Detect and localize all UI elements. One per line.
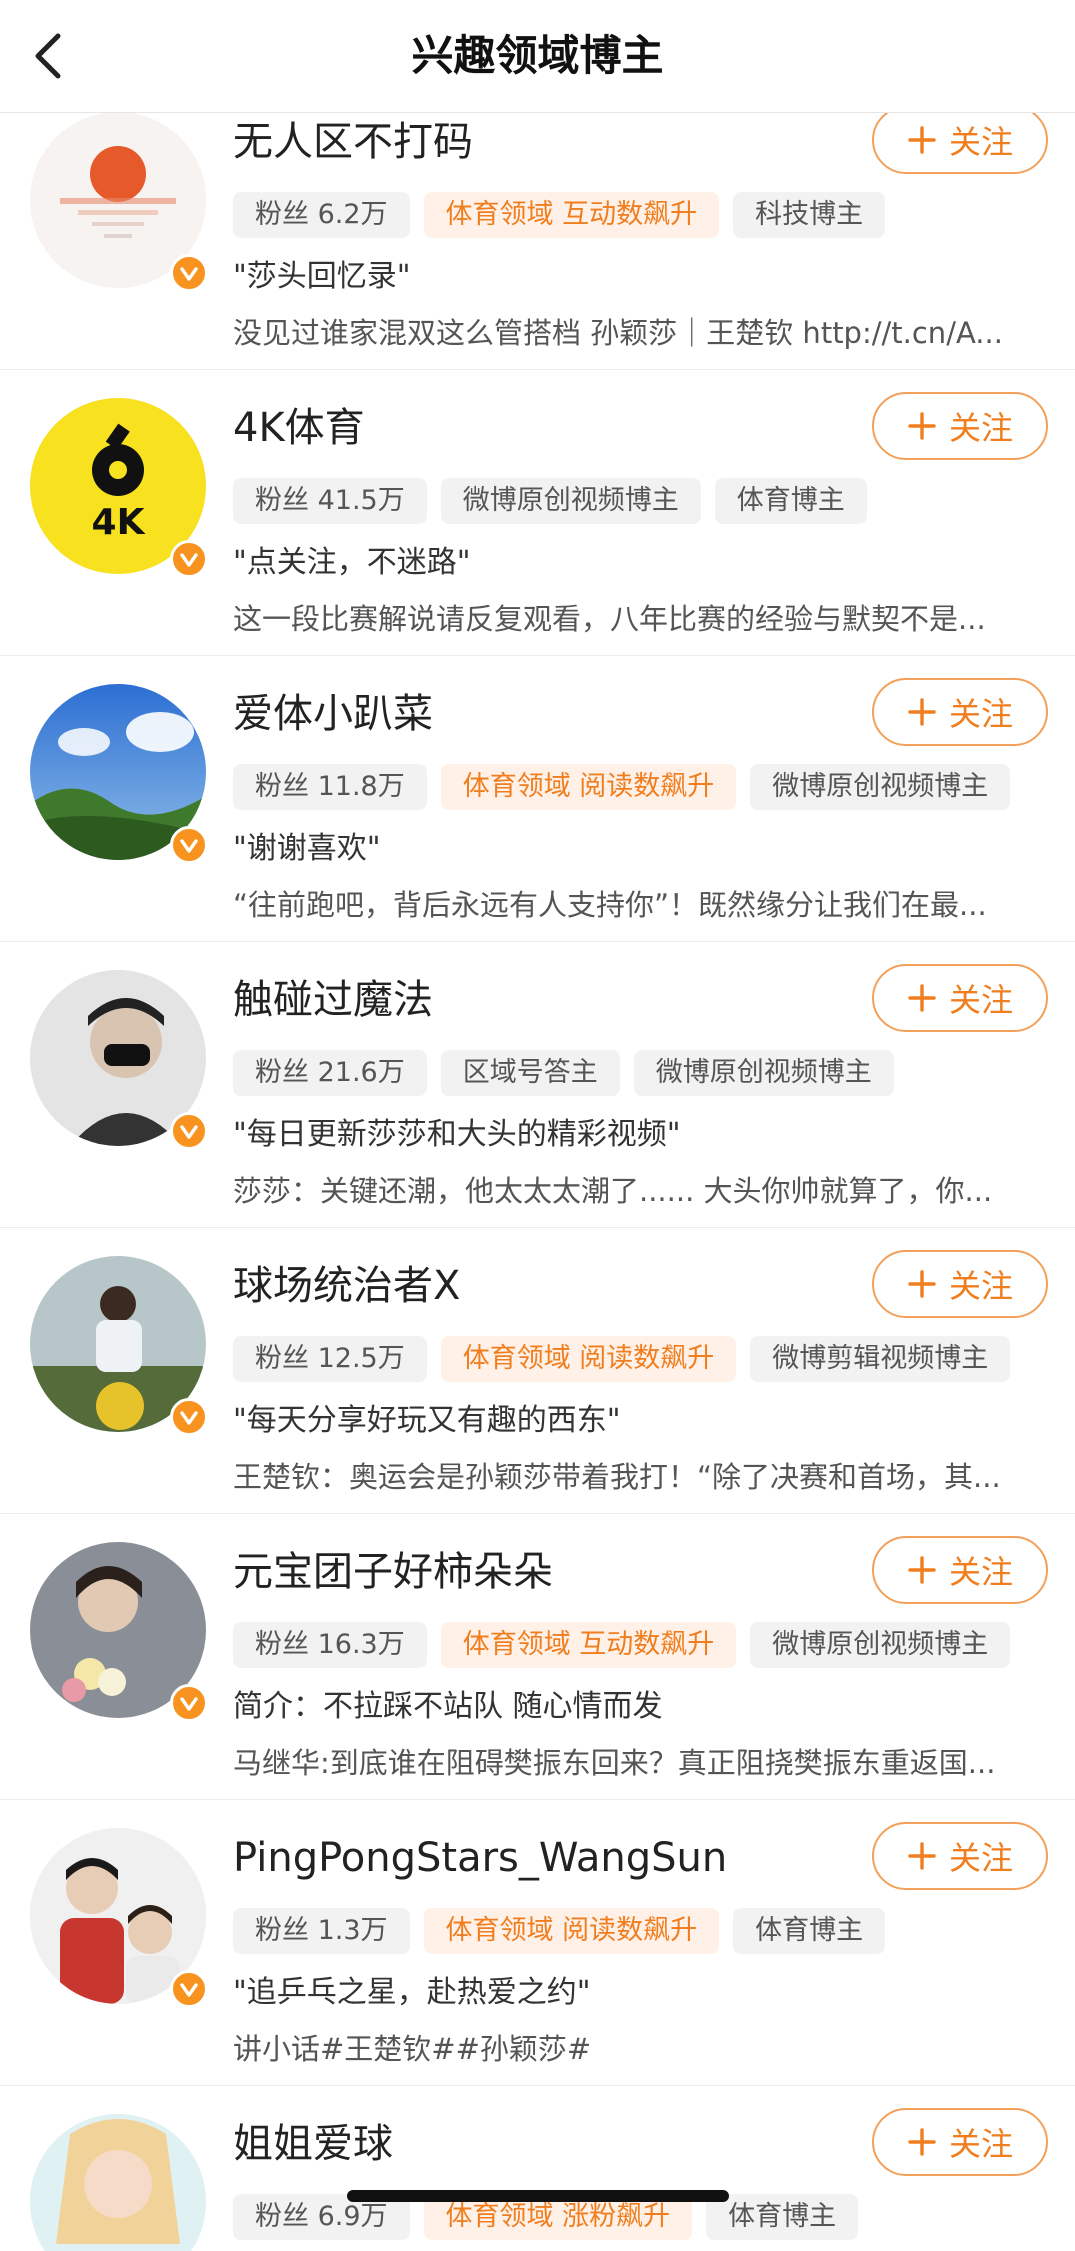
verified-icon	[170, 1684, 208, 1722]
blogger-row[interactable]: 无人区不打码 关注 粉丝 6.2万 体育领域 互动数飙升 科技博主 "莎头回忆录" …	[0, 112, 1075, 370]
blogger-row[interactable]: PingPongStars_WangSun 关注 粉丝 1.3万 体育领域 阅读数…	[0, 1800, 1075, 2086]
follow-label: 关注	[948, 123, 1013, 161]
user-tag: 区域号答主	[440, 1050, 620, 1096]
blogger-name[interactable]: 无人区不打码	[233, 116, 473, 168]
blogger-row[interactable]: 元宝团子好柿朵朵 关注 粉丝 16.3万 体育领域 互动数飙升 微博原创视频博主 简…	[0, 1514, 1075, 1800]
blogger-name[interactable]: 元宝团子好柿朵朵	[233, 1546, 553, 1598]
blogger-name[interactable]: 球场统治者X	[233, 1260, 460, 1312]
follow-button[interactable]: 关注	[872, 112, 1048, 174]
user-tag: 微博原创视频博主	[633, 1050, 894, 1096]
bio-text: 简介：不拉踩不站队 随心情而发	[233, 1689, 663, 1724]
bio-text: "追乒乓之星，赴热爱之约"	[233, 1975, 591, 2010]
user-tag: 粉丝 1.3万	[233, 1908, 410, 1954]
follow-label: 关注	[948, 1553, 1013, 1591]
follow-button[interactable]: 关注	[872, 964, 1048, 1032]
plus-icon	[907, 1555, 937, 1585]
user-tag: 体育博主	[733, 1908, 886, 1954]
tag-list: 粉丝 12.5万 体育领域 阅读数飙升 微博剪辑视频博主	[233, 1336, 1011, 1382]
follow-button[interactable]: 关注	[872, 1536, 1048, 1604]
blogger-name[interactable]: 爱体小趴菜	[233, 688, 433, 740]
home-indicator	[347, 2190, 729, 2202]
blogger-name[interactable]: PingPongStars_WangSun	[233, 1832, 727, 1884]
latest-post-text[interactable]: 没见过谁家混双这么管搭档 孙颖莎｜王楚钦 http://t.cn/A...	[233, 312, 1033, 354]
tag-list: 粉丝 41.5万 微博原创视频博主 体育博主	[233, 478, 867, 524]
trending-tag: 体育领域 互动数飙升	[423, 192, 720, 238]
user-tag: 粉丝 6.2万	[233, 192, 410, 238]
verified-icon	[170, 1398, 208, 1436]
trending-tag: 体育领域 阅读数飙升	[440, 1336, 737, 1382]
latest-post-text[interactable]: 马继华:到底谁在阻碍樊振东回来？真正阻挠樊振东重返国...	[233, 1742, 1033, 1784]
verified-icon	[170, 540, 208, 578]
user-tag: 体育博主	[706, 2194, 859, 2240]
latest-post-text[interactable]: 莎莎：关键还潮，他太太太潮了...... 大头你帅就算了，你...	[233, 1170, 1033, 1212]
trending-tag: 体育领域 互动数飙升	[440, 1622, 737, 1668]
trending-tag: 体育领域 阅读数飙升	[440, 764, 737, 810]
verified-icon	[170, 1112, 208, 1150]
bio-text: "谢谢喜欢"	[233, 831, 381, 866]
follow-button[interactable]: 关注	[872, 678, 1048, 746]
bio-text: "每天分享好玩又有趣的西东"	[233, 1403, 621, 1438]
tag-list: 粉丝 6.2万 体育领域 互动数飙升 科技博主	[233, 192, 886, 238]
blogger-row[interactable]: 4K 4K体育 关注 粉丝 41.5万 微博原创视频博主 体育博主 "点关注，不迷路…	[0, 370, 1075, 656]
plus-icon	[907, 125, 937, 155]
latest-post-text[interactable]: “往前跑吧，背后永远有人支持你”！既然缘分让我们在最...	[233, 884, 1033, 926]
user-tag: 微博原创视频博主	[750, 764, 1011, 810]
plus-icon	[907, 1841, 937, 1871]
tag-list: 粉丝 16.3万 体育领域 互动数飙升 微博原创视频博主	[233, 1622, 1011, 1668]
user-tag: 粉丝 21.6万	[233, 1050, 427, 1096]
tag-list: 粉丝 21.6万 区域号答主 微博原创视频博主	[233, 1050, 894, 1096]
follow-label: 关注	[948, 1267, 1013, 1305]
blogger-row[interactable]: 球场统治者X 关注 粉丝 12.5万 体育领域 阅读数飙升 微博剪辑视频博主 "每天…	[0, 1228, 1075, 1514]
latest-post-text[interactable]: 讲小话#王楚钦##孙颖莎#	[233, 2028, 1033, 2070]
verified-icon	[170, 254, 208, 292]
follow-button[interactable]: 关注	[872, 392, 1048, 460]
tag-list: 粉丝 11.8万 体育领域 阅读数飙升 微博原创视频博主	[233, 764, 1011, 810]
follow-label: 关注	[948, 409, 1013, 447]
blogger-name[interactable]: 触碰过魔法	[233, 974, 433, 1026]
avatar-image	[30, 2114, 206, 2251]
verified-icon	[170, 826, 208, 864]
plus-icon	[907, 697, 937, 727]
svg-text:4K: 4K	[92, 502, 146, 543]
follow-button[interactable]: 关注	[872, 1822, 1048, 1890]
follow-label: 关注	[948, 1839, 1013, 1877]
blogger-name[interactable]: 4K体育	[233, 402, 365, 454]
user-tag: 粉丝 16.3万	[233, 1622, 427, 1668]
blogger-row[interactable]: 姐姐爱球 关注 粉丝 6.9万 体育领域 涨粉飙升 体育博主	[0, 2086, 1075, 2251]
user-tag: 粉丝 41.5万	[233, 478, 427, 524]
page-title: 兴趣领域博主	[411, 31, 664, 80]
user-tag: 科技博主	[733, 192, 886, 238]
trending-tag: 体育领域 阅读数飙升	[423, 1908, 720, 1954]
user-tag: 微博原创视频博主	[750, 1622, 1011, 1668]
latest-post-text[interactable]: 王楚钦：奥运会是孙颖莎带着我打！“除了决赛和首场，其...	[233, 1456, 1033, 1498]
latest-post-text[interactable]: 这一段比赛解说请反复观看，八年比赛的经验与默契不是...	[233, 598, 1033, 640]
plus-icon	[907, 2127, 937, 2157]
avatar[interactable]	[30, 2114, 206, 2251]
blogger-row[interactable]: 触碰过魔法 关注 粉丝 21.6万 区域号答主 微博原创视频博主 "每日更新莎莎和大…	[0, 942, 1075, 1228]
blogger-list: 无人区不打码 关注 粉丝 6.2万 体育领域 互动数飙升 科技博主 "莎头回忆录" …	[0, 112, 1075, 2251]
user-tag: 粉丝 12.5万	[233, 1336, 427, 1382]
user-tag: 微博原创视频博主	[440, 478, 701, 524]
follow-label: 关注	[948, 695, 1013, 733]
user-tag: 微博剪辑视频博主	[750, 1336, 1011, 1382]
follow-label: 关注	[948, 2125, 1013, 2163]
blogger-name[interactable]: 姐姐爱球	[233, 2118, 393, 2170]
verified-icon	[170, 1970, 208, 2008]
blogger-row[interactable]: 爱体小趴菜 关注 粉丝 11.8万 体育领域 阅读数飙升 微博原创视频博主 "谢谢喜…	[0, 656, 1075, 942]
plus-icon	[907, 1269, 937, 1299]
bio-text: "莎头回忆录"	[233, 259, 411, 294]
follow-button[interactable]: 关注	[872, 1250, 1048, 1318]
follow-label: 关注	[948, 981, 1013, 1019]
bio-text: "点关注，不迷路"	[233, 545, 471, 580]
bio-text: "每日更新莎莎和大头的精彩视频"	[233, 1117, 681, 1152]
top-nav-bar: 兴趣领域博主	[0, 0, 1075, 113]
user-tag: 体育博主	[714, 478, 867, 524]
user-tag: 粉丝 11.8万	[233, 764, 427, 810]
follow-button[interactable]: 关注	[872, 2108, 1048, 2176]
tag-list: 粉丝 1.3万 体育领域 阅读数飙升 体育博主	[233, 1908, 886, 1954]
plus-icon	[907, 983, 937, 1013]
plus-icon	[907, 411, 937, 441]
